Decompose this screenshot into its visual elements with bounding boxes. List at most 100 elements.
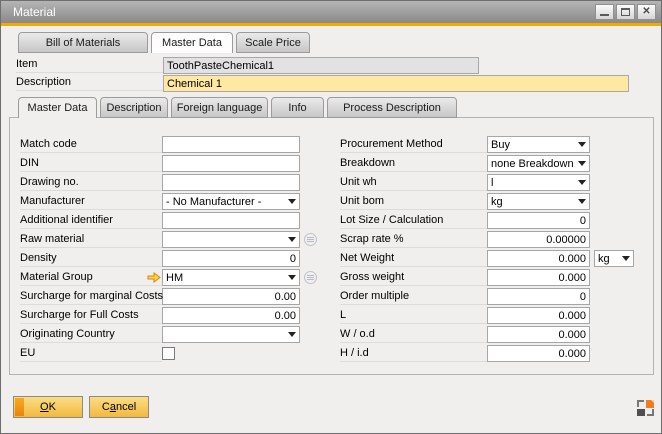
label-din: DIN <box>20 156 162 172</box>
surcharge-for-full-costs-input[interactable] <box>162 307 300 324</box>
ok-button[interactable]: OK <box>13 396 83 418</box>
tab-master-data[interactable]: Master Data <box>151 32 233 53</box>
density-input[interactable] <box>162 250 300 267</box>
tab-foreign-language[interactable]: Foreign language <box>171 97 268 118</box>
form-row-net-weight: Net Weight kg <box>340 249 634 268</box>
breakdown-dropdown[interactable]: none Breakdown <box>487 155 590 172</box>
label-net-weight: Net Weight <box>340 251 487 267</box>
minimize-icon <box>600 14 609 16</box>
w-o-d-input[interactable] <box>487 326 590 343</box>
label-manufacturer: Manufacturer <box>20 194 162 210</box>
net-weight-input[interactable] <box>487 250 590 267</box>
tab-process-description[interactable]: Process Description <box>327 97 457 118</box>
item-input <box>163 57 479 74</box>
label-surcharge-for-full-costs: Surcharge for Full Costs <box>20 308 162 324</box>
tab-info[interactable]: Info <box>271 97 324 118</box>
dropdown-value: l <box>491 177 576 189</box>
label-lot-size-calculation: Lot Size / Calculation <box>340 213 487 229</box>
resize-corner-bottom-right <box>647 409 654 416</box>
form-row-lot-size-calculation: Lot Size / Calculation <box>340 211 634 230</box>
titlebar[interactable]: Material ✕ <box>1 1 661 23</box>
order-multiple-input[interactable] <box>487 288 590 305</box>
window-controls: ✕ <box>595 4 656 20</box>
form-row-procurement-method: Procurement Method Buy <box>340 135 634 154</box>
selection-list-icon[interactable] <box>304 271 317 284</box>
tab-description[interactable]: Description <box>100 97 168 118</box>
resize-corner-orange-square <box>646 400 654 408</box>
scrap-rate-input[interactable] <box>487 231 590 248</box>
procurement-method-dropdown[interactable]: Buy <box>487 136 590 153</box>
form-row-eu: EU <box>20 344 317 363</box>
l-input[interactable] <box>487 307 590 324</box>
detail-tabs: Master DataDescriptionForeign languageIn… <box>18 97 457 118</box>
din-input[interactable] <box>162 155 300 172</box>
form-row-density: Density <box>20 249 317 268</box>
label-order-multiple: Order multiple <box>340 289 487 305</box>
form-row-match-code: Match code <box>20 135 317 154</box>
link-arrow-icon[interactable] <box>147 272 161 283</box>
drawing-no-input[interactable] <box>162 174 300 191</box>
form-row-additional-identifier: Additional identifier <box>20 211 317 230</box>
maximize-button[interactable] <box>616 4 635 20</box>
dropdown-value: - No Manufacturer - <box>166 196 286 208</box>
dropdown-value: none Breakdown <box>491 158 576 170</box>
unit-bom-dropdown[interactable]: kg <box>487 193 590 210</box>
label-procurement-method: Procurement Method <box>340 137 487 153</box>
form-row-breakdown: Breakdownnone Breakdown <box>340 154 634 173</box>
unit-wh-dropdown[interactable]: l <box>487 174 590 191</box>
cancel-button[interactable]: Cancel <box>89 396 149 418</box>
eu-checkbox[interactable] <box>162 347 175 360</box>
additional-identifier-input[interactable] <box>162 212 300 229</box>
close-icon: ✕ <box>642 7 650 17</box>
form-row-scrap-rate: Scrap rate % <box>340 230 634 249</box>
form-row-raw-material: Raw material <box>20 230 317 249</box>
dropdown-value: kg <box>491 196 576 208</box>
label-gross-weight: Gross weight <box>340 270 487 286</box>
material-group-dropdown[interactable]: HM <box>162 269 300 286</box>
accent-line <box>1 23 661 26</box>
lot-size-calculation-input[interactable] <box>487 212 590 229</box>
form-row-originating-country: Originating Country <box>20 325 317 344</box>
gross-weight-input[interactable] <box>487 269 590 286</box>
tab-master-data[interactable]: Master Data <box>18 97 97 118</box>
dropdown-value: HM <box>166 272 286 284</box>
label-originating-country: Originating Country <box>20 327 162 343</box>
selection-list-icon[interactable] <box>304 233 317 246</box>
match-code-input[interactable] <box>162 136 300 153</box>
dropdown-arrow-icon <box>578 142 586 147</box>
label-match-code: Match code <box>20 137 162 153</box>
item-label: Item <box>16 57 163 73</box>
form-panel: Match code DIN Drawing no. Manufacturer - No… <box>9 117 654 375</box>
dropdown-arrow-icon <box>622 256 630 261</box>
originating-country-dropdown[interactable] <box>162 326 300 343</box>
form-row-w-o-d: W / o.d <box>340 325 634 344</box>
form-column-right: Procurement Method Buy Breakdownnone Break… <box>340 135 634 363</box>
form-column-left: Match code DIN Drawing no. Manufacturer - No… <box>20 135 317 363</box>
label-w-o-d: W / o.d <box>340 327 487 343</box>
form-row-unit-bom: Unit bomkg <box>340 192 634 211</box>
net-weight-unit-dropdown[interactable]: kg <box>594 250 634 267</box>
form-row-l: L <box>340 306 634 325</box>
dropdown-value: Buy <box>491 139 576 151</box>
label-material-group: Material Group <box>20 270 162 286</box>
label-l: L <box>340 308 487 324</box>
raw-material-dropdown[interactable] <box>162 231 300 248</box>
tab-bill-of-materials[interactable]: Bill of Materials <box>18 32 148 53</box>
surcharge-for-marginal-costs-input[interactable] <box>162 288 300 305</box>
dropdown-arrow-icon <box>288 237 296 242</box>
item-row: Item <box>16 57 479 74</box>
document-tabs: Bill of MaterialsMaster DataScale Price <box>18 32 310 53</box>
dropdown-arrow-icon <box>288 199 296 204</box>
window-title: Material <box>13 5 56 19</box>
close-button[interactable]: ✕ <box>637 4 656 20</box>
dropdown-value: kg <box>598 253 620 265</box>
description-input[interactable] <box>163 75 629 92</box>
h-i-d-input[interactable] <box>487 345 590 362</box>
form-resize-icon[interactable] <box>637 400 654 416</box>
tab-scale-price[interactable]: Scale Price <box>236 32 310 53</box>
minimize-button[interactable] <box>595 4 614 20</box>
form-row-order-multiple: Order multiple <box>340 287 634 306</box>
label-unit-wh: Unit wh <box>340 175 487 191</box>
manufacturer-dropdown[interactable]: - No Manufacturer - <box>162 193 300 210</box>
label-drawing-no: Drawing no. <box>20 175 162 191</box>
